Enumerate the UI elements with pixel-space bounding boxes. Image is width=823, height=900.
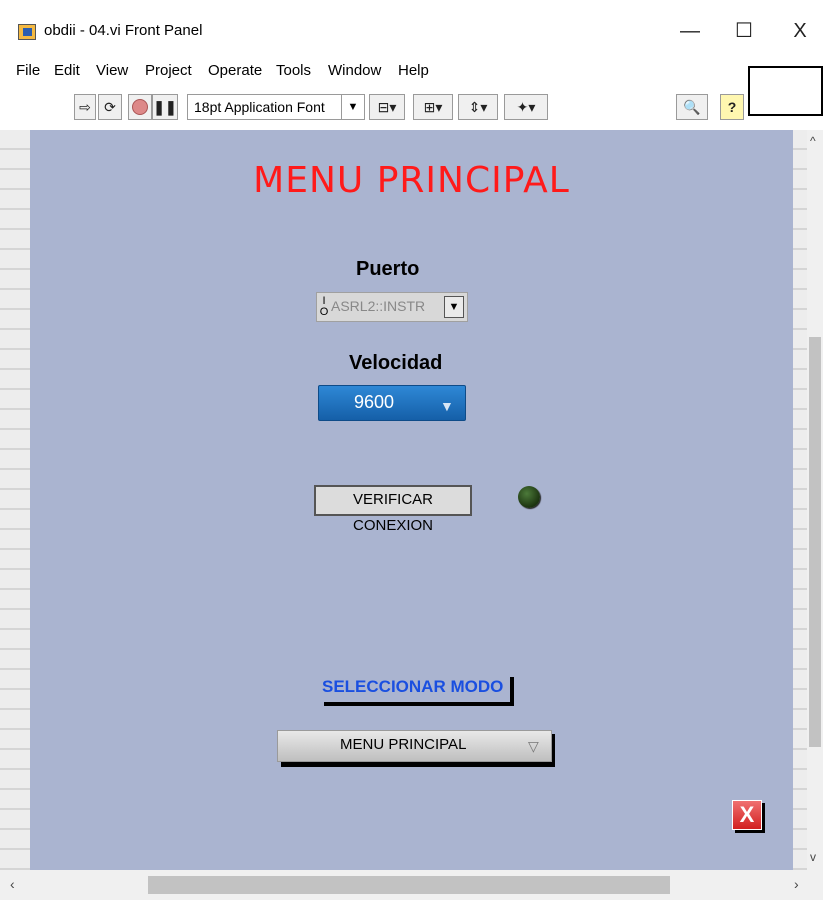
menu-edit[interactable]: Edit: [54, 62, 80, 79]
stop-close-button[interactable]: X: [732, 800, 762, 830]
select-shadow: [281, 762, 555, 767]
connection-led-indicator: [518, 486, 540, 508]
verificar-conexion-button[interactable]: VERIFICAR CONEXION: [314, 485, 472, 534]
io-icon: IO: [319, 295, 329, 318]
scroll-right-icon[interactable]: ›: [794, 876, 799, 892]
window-title: obdii - 04.vi Front Panel: [44, 22, 203, 39]
velocidad-label: Velocidad: [349, 352, 443, 374]
menu-tools[interactable]: Tools: [276, 62, 311, 79]
distribute-icon[interactable]: ⊞▾: [413, 94, 453, 120]
run-continuous-icon[interactable]: ⟳: [98, 94, 122, 120]
labview-vi-icon: [18, 24, 36, 40]
resize-icon[interactable]: ⇕▾: [458, 94, 498, 120]
seleccionar-modo-label: SELECCIONAR MODO: [322, 677, 504, 696]
menu-project[interactable]: Project: [145, 62, 192, 79]
label-shadow: [324, 702, 514, 706]
menu-view[interactable]: View: [96, 62, 128, 79]
search-icon[interactable]: 🔍: [676, 94, 708, 120]
chevron-down-icon[interactable]: ▼: [444, 296, 464, 318]
pause-icon[interactable]: ❚❚: [152, 94, 178, 120]
connector-pane-icon[interactable]: [748, 66, 823, 116]
menu-help[interactable]: Help: [398, 62, 429, 79]
puerto-label: Puerto: [356, 258, 420, 280]
menu-file[interactable]: File: [16, 62, 40, 79]
horizontal-scroll-thumb[interactable]: [148, 876, 670, 894]
left-ruler: [0, 130, 30, 870]
maximize-button[interactable]: ☐: [724, 16, 764, 46]
scroll-left-icon[interactable]: ‹: [10, 876, 15, 892]
scroll-up-icon[interactable]: ^: [810, 134, 816, 148]
chevron-down-icon: ▼: [341, 95, 364, 119]
minimize-button[interactable]: —: [670, 16, 710, 46]
scroll-down-icon[interactable]: v: [810, 850, 816, 864]
help-icon[interactable]: ?: [720, 94, 744, 120]
vertical-scroll-thumb[interactable]: [809, 337, 821, 747]
close-window-button[interactable]: X: [780, 16, 820, 46]
panel-title: MENU PRINCIPAL: [253, 160, 570, 201]
font-selector[interactable]: 18pt Application Font ▼: [187, 94, 365, 120]
menu-window[interactable]: Window: [328, 62, 381, 79]
align-icon[interactable]: ⊟▾: [369, 94, 405, 120]
abort-icon[interactable]: [128, 94, 152, 120]
reorder-icon[interactable]: ✦▾: [504, 94, 548, 120]
puerto-value: ASRL2::INSTR: [331, 298, 426, 314]
right-ruler: [793, 130, 807, 870]
font-selector-value: 18pt Application Font: [194, 99, 325, 115]
chevron-down-icon: ▽: [528, 738, 539, 754]
velocidad-value: 9600: [354, 392, 395, 412]
chevron-down-icon: ▼: [440, 398, 454, 414]
menu-operate[interactable]: Operate: [208, 62, 262, 79]
modo-select-value: MENU PRINCIPAL: [340, 736, 467, 753]
run-arrow-icon[interactable]: ⇨: [74, 94, 96, 120]
